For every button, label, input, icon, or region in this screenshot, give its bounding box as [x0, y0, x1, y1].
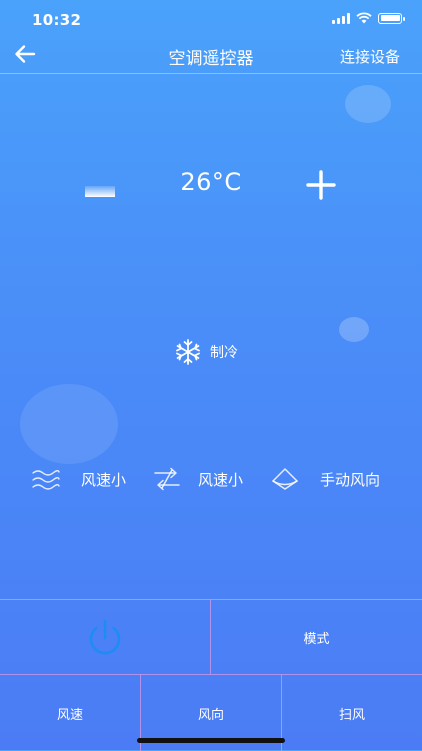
temperature-display: 26°C: [180, 168, 242, 196]
wind-direction-button-label: 风向: [197, 707, 224, 723]
decorative-bubble: [345, 85, 391, 123]
mode-button[interactable]: 模式: [211, 600, 422, 675]
fan-speed-status: 风速小: [31, 466, 126, 492]
status-icons: [332, 12, 405, 24]
sweep-button-label: 扫风: [338, 707, 365, 723]
battery-icon: [378, 12, 405, 24]
wind-direction-status: 风速小: [152, 466, 243, 492]
wind-waves-icon: [32, 470, 60, 490]
fan-sweep-icon: [272, 468, 298, 490]
power-icon: [89, 619, 121, 654]
status-bar: 10:32: [0, 0, 422, 40]
fan-speed-button-label: 风速: [56, 707, 83, 723]
snowflake-icon: [176, 339, 200, 365]
nav-bar: 空调遥控器 连接设备: [0, 38, 422, 74]
swing-mode-status: 手动风向: [270, 466, 380, 492]
manual-direction-label: 手动风向: [320, 470, 381, 489]
button-grid-top: 模式: [0, 599, 422, 675]
decorative-bubble: [20, 384, 118, 464]
power-button[interactable]: [0, 600, 211, 675]
mode-label: 制冷: [210, 345, 238, 361]
sweep-button[interactable]: 扫风: [282, 675, 422, 751]
cellular-signal-icon: [332, 12, 350, 24]
wind-direction-arrows-icon: [154, 467, 180, 491]
connect-device-button[interactable]: 连接设备: [340, 46, 400, 67]
wind-speed-label: 风速小: [198, 470, 244, 489]
status-controls: 风速小 风速小 手动风向: [0, 466, 422, 496]
decorative-bubble: [339, 317, 369, 342]
wifi-icon: [356, 12, 372, 24]
mode-button-label: 模式: [303, 632, 330, 647]
status-time: 10:32: [32, 11, 82, 29]
home-indicator[interactable]: [137, 738, 285, 743]
temperature-control: 26°C: [0, 160, 422, 210]
fan-speed-button[interactable]: 风速: [0, 675, 141, 751]
mode-indicator: 制冷: [174, 338, 238, 366]
fan-speed-label: 风速小: [81, 470, 127, 489]
increase-temperature-button[interactable]: [302, 166, 340, 204]
